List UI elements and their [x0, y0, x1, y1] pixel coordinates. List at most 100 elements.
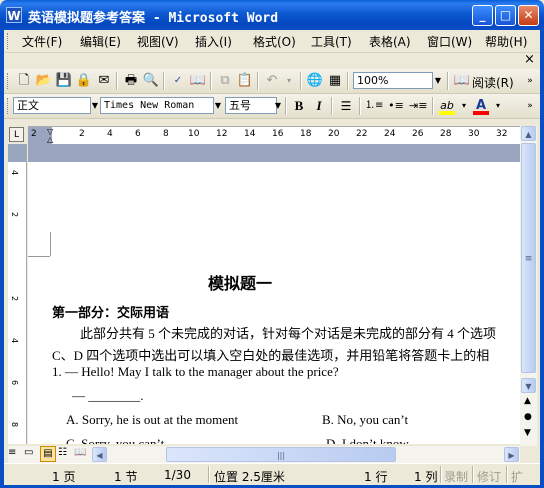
ruler-margin-top: [8, 144, 26, 162]
print-icon[interactable]: 🖶: [122, 72, 140, 90]
normal-view-icon[interactable]: ≡: [8, 447, 16, 458]
ruler-number: 4: [10, 337, 20, 344]
indent-icon[interactable]: ⇥≡: [409, 97, 427, 115]
spelling-icon[interactable]: ✓: [169, 72, 187, 90]
outline-view-icon[interactable]: ☷: [58, 447, 67, 458]
style-combo[interactable]: 正文: [13, 97, 91, 114]
bold-button[interactable]: B: [290, 97, 308, 115]
ruler-number: 18: [300, 129, 312, 139]
bulleted-list-icon[interactable]: •≡: [387, 97, 405, 115]
window-frame-right: [540, 30, 544, 488]
maximize-button[interactable]: □: [495, 5, 516, 26]
reading-view-icon[interactable]: 📖: [74, 447, 86, 458]
menu-table[interactable]: 表格(A): [369, 33, 411, 50]
print-layout-view-icon[interactable]: ▤: [40, 446, 56, 462]
menu-insert[interactable]: 插入(I): [195, 33, 232, 50]
scroll-left-button[interactable]: ◀: [92, 447, 107, 462]
scroll-down-button[interactable]: ▼: [521, 378, 536, 393]
standard-toolbar: 🗋 📂 💾 🔒 ✉ 🖶 🔍 ✓ 📖 ⧉ 📋 ↶ ▾ 🌐 ▦ 100% ▼ 📖 阅…: [4, 69, 540, 94]
read-mode-icon[interactable]: 📖: [453, 72, 471, 90]
toolbar-separator: [331, 97, 333, 115]
toolbar-separator: [447, 72, 449, 90]
toolbar-options-icon[interactable]: »: [521, 97, 539, 115]
italic-button[interactable]: I: [310, 97, 328, 115]
ruler-number: 32: [496, 129, 508, 139]
vertical-scrollbar[interactable]: ▲ ≡ ▼ ▲ ● ▼: [520, 126, 537, 446]
table-icon[interactable]: ▦: [326, 72, 344, 90]
close-button[interactable]: ✕: [518, 5, 539, 26]
zoom-dropdown-icon[interactable]: ▼: [432, 73, 444, 88]
toolbar-options-icon[interactable]: »: [521, 72, 539, 90]
menu-file[interactable]: 文件(F): [22, 33, 62, 50]
menu-help[interactable]: 帮助(H): [485, 33, 527, 50]
scroll-up-button[interactable]: ▲: [521, 126, 536, 141]
align-justify-icon[interactable]: ☰: [337, 97, 355, 115]
word-app-icon[interactable]: W: [6, 7, 22, 23]
hanging-indent-marker[interactable]: △: [47, 135, 53, 144]
scroll-right-button[interactable]: ▶: [504, 447, 519, 462]
menu-tools[interactable]: 工具(T): [311, 33, 352, 50]
email-icon[interactable]: ✉: [95, 72, 113, 90]
menu-edit[interactable]: 编辑(E): [80, 33, 121, 50]
save-icon[interactable]: 💾: [55, 72, 73, 90]
toolbar-grip[interactable]: [7, 98, 11, 114]
highlight-button[interactable]: ab: [438, 97, 456, 115]
status-extend[interactable]: 扩: [511, 468, 523, 485]
status-track-changes[interactable]: 修订: [477, 468, 501, 485]
title-bar[interactable]: W 英语模拟题参考答案 - Microsoft Word _ □ ✕: [0, 0, 544, 30]
horizontal-ruler[interactable]: 2 ▽ △ 2 4 6 8 10 12 14 16 18 20 22 24 26…: [28, 126, 520, 146]
status-divider: [208, 466, 210, 483]
menu-window[interactable]: 窗口(W): [427, 33, 472, 50]
numbered-list-icon[interactable]: ⒈≡: [365, 97, 383, 115]
toolbar-separator: [432, 97, 434, 115]
status-divider: [506, 466, 508, 483]
toolbar-separator: [347, 72, 349, 90]
previous-page-icon[interactable]: ▲: [524, 396, 531, 406]
font-color-dropdown-icon[interactable]: ▾: [489, 97, 507, 115]
open-icon[interactable]: 📂: [35, 72, 53, 90]
close-document-button[interactable]: ×: [524, 52, 535, 67]
font-combo[interactable]: Times New Roman: [100, 97, 214, 114]
undo-dropdown-icon[interactable]: ▾: [280, 72, 298, 90]
font-size-dropdown-icon[interactable]: ▼: [272, 98, 284, 113]
font-size-combo[interactable]: 五号: [225, 97, 277, 114]
menu-format[interactable]: 格式(O): [253, 33, 296, 50]
next-page-icon[interactable]: ▼: [524, 428, 531, 438]
zoom-combo[interactable]: 100%: [353, 72, 433, 89]
ruler-number: 2: [10, 295, 20, 302]
font-color-button[interactable]: A: [472, 97, 490, 115]
copy-icon[interactable]: ⧉: [216, 72, 234, 90]
paste-icon[interactable]: 📋: [236, 72, 254, 90]
question-line: 1. — Hello! May I talk to the manager ab…: [52, 364, 339, 379]
web-view-icon[interactable]: ▭: [24, 447, 33, 458]
ruler-number: 8: [163, 129, 169, 139]
menu-grip[interactable]: [7, 33, 11, 49]
hyperlink-icon[interactable]: 🌐: [306, 72, 324, 90]
ruler-number: 20: [328, 129, 340, 139]
document-page[interactable]: 模拟题一 第一部分：交际用语 此部分共有 5 个未完成的对话，针对每个对话是未完…: [28, 144, 520, 444]
menu-view[interactable]: 视图(V): [137, 33, 179, 50]
horizontal-scrollbar[interactable]: ≡ ▭ ▤ ☷ 📖 ◀ ||| ▶: [8, 446, 520, 463]
browse-object-icon[interactable]: ●: [524, 412, 532, 422]
highlight-dropdown-icon[interactable]: ▾: [455, 97, 473, 115]
research-icon[interactable]: 📖: [189, 72, 207, 90]
ruler-number: 6: [135, 129, 141, 139]
vertical-ruler[interactable]: 4 2 2 4 6 8: [8, 144, 27, 444]
scroll-thumb[interactable]: ≡: [521, 143, 536, 373]
toolbar-separator: [163, 72, 165, 90]
print-preview-icon[interactable]: 🔍: [142, 72, 160, 90]
read-mode-label[interactable]: 阅读(R): [472, 74, 514, 91]
status-section: 1 节: [114, 470, 138, 484]
ruler-number: 2: [31, 129, 37, 139]
undo-icon[interactable]: ↶: [263, 72, 281, 90]
status-record[interactable]: 录制: [444, 468, 468, 485]
tab-selector[interactable]: L: [9, 127, 24, 142]
ruler-number: 30: [468, 129, 480, 139]
permission-icon[interactable]: 🔒: [75, 72, 93, 90]
minimize-button[interactable]: _: [472, 5, 493, 26]
horizontal-scroll-thumb[interactable]: |||: [166, 447, 396, 462]
toolbar-grip[interactable]: [7, 73, 11, 89]
new-icon[interactable]: 🗋: [15, 72, 33, 90]
font-dropdown-icon[interactable]: ▼: [212, 98, 224, 113]
toolbar-separator: [359, 97, 361, 115]
